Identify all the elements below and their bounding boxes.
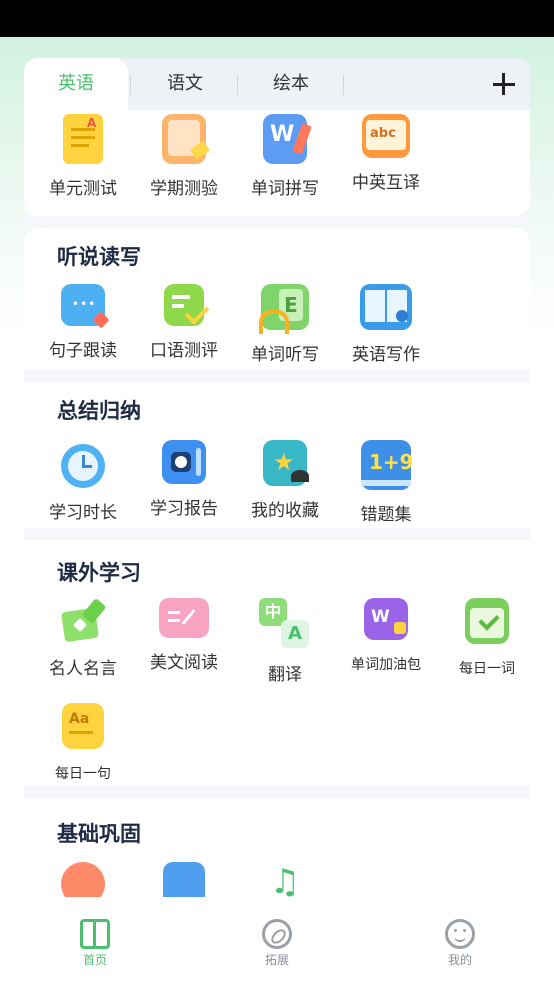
section-title: 听说读写 bbox=[57, 245, 141, 269]
favorites-label: 我的收藏 bbox=[251, 501, 319, 521]
foundation-icon-2 bbox=[163, 862, 205, 897]
translation-icon: 中 A bbox=[259, 598, 311, 650]
tab-divider bbox=[343, 75, 344, 95]
main-scroll[interactable]: 英语 语文 绘本 A 单元测试 学期测验 W 单词拼写 abc 中英互译 听说读… bbox=[0, 37, 554, 897]
mistakes-label: 错题集 bbox=[360, 505, 412, 525]
reading-label: 美文阅读 bbox=[150, 653, 218, 673]
nav-explore-label: 拓展 bbox=[264, 953, 289, 967]
study-time-label: 学习时长 bbox=[49, 503, 117, 523]
daily-sentence-icon: Aa bbox=[62, 703, 104, 749]
unit-test-label: 单元测试 bbox=[49, 179, 117, 199]
speaking-eval-button[interactable]: 口语测评 bbox=[134, 284, 234, 361]
word-spelling-label: 单词拼写 bbox=[251, 179, 319, 199]
nav-home[interactable]: 首页 bbox=[55, 919, 135, 968]
term-quiz-icon bbox=[162, 114, 210, 164]
plus-icon[interactable] bbox=[490, 70, 518, 98]
tab-english[interactable]: 英语 bbox=[24, 58, 128, 110]
alarm-clock-icon bbox=[59, 440, 107, 488]
status-bar bbox=[0, 0, 554, 37]
sentence-read-icon: ••• bbox=[61, 284, 110, 329]
daily-word-icon bbox=[465, 598, 509, 644]
section-divider bbox=[24, 528, 530, 540]
daily-sentence-button[interactable]: Aa 每日一句 bbox=[33, 703, 133, 783]
extracurricular-section: 课外学习 名人名言 美文阅读 中 A 翻译 W 单词加油包 每日一词 Aa 每日… bbox=[24, 540, 530, 786]
study-report-label: 学习报告 bbox=[150, 499, 218, 519]
section-title: 总结归纳 bbox=[57, 399, 141, 423]
book-icon bbox=[80, 919, 110, 949]
favorites-icon: ★ bbox=[263, 440, 309, 486]
nav-home-label: 首页 bbox=[82, 953, 107, 967]
favorites-button[interactable]: ★ 我的收藏 bbox=[235, 440, 335, 521]
english-writing-icon bbox=[360, 284, 412, 330]
foundation-button-1[interactable] bbox=[33, 862, 133, 897]
study-report-button[interactable]: 学习报告 bbox=[134, 440, 234, 519]
foundation-button-2[interactable] bbox=[134, 862, 234, 897]
word-spelling-icon: W bbox=[263, 114, 312, 164]
word-dictation-label: 单词听写 bbox=[251, 345, 319, 365]
subject-card: 英语 语文 绘本 A 单元测试 学期测验 W 单词拼写 abc 中英互译 bbox=[24, 58, 530, 216]
translate-button[interactable]: abc 中英互译 bbox=[336, 114, 436, 193]
subject-tabs: 英语 语文 绘本 bbox=[24, 58, 530, 110]
report-icon bbox=[162, 440, 206, 484]
section-divider bbox=[24, 370, 530, 382]
speaking-eval-label: 口语测评 bbox=[150, 341, 218, 361]
word-dictation-button[interactable]: E 单词听写 bbox=[235, 284, 335, 365]
section-title: 基础巩固 bbox=[57, 822, 141, 846]
compass-icon bbox=[262, 919, 292, 949]
smiley-icon bbox=[445, 919, 475, 949]
word-pack-label: 单词加油包 bbox=[351, 657, 421, 673]
mistakes-book-icon: 1+9 bbox=[361, 440, 414, 490]
section-title: 课外学习 bbox=[57, 561, 141, 585]
translation-label: 翻译 bbox=[268, 665, 302, 685]
unit-test-button[interactable]: A 单元测试 bbox=[33, 114, 133, 199]
word-spelling-button[interactable]: W 单词拼写 bbox=[235, 114, 335, 199]
reading-button[interactable]: 美文阅读 bbox=[134, 598, 234, 673]
translate-label: 中英互译 bbox=[352, 173, 420, 193]
section-divider bbox=[24, 786, 530, 798]
tab-divider bbox=[130, 75, 131, 95]
nav-explore[interactable]: 拓展 bbox=[237, 919, 317, 968]
quotes-label: 名人名言 bbox=[49, 659, 117, 679]
listen-speak-section: 听说读写 ••• 句子跟读 口语测评 E 单词听写 英语写作 bbox=[24, 228, 530, 370]
study-time-button[interactable]: 学习时长 bbox=[33, 440, 133, 523]
speaking-eval-icon bbox=[164, 284, 210, 326]
tab-chinese[interactable]: 语文 bbox=[132, 58, 238, 110]
sentence-read-button[interactable]: ••• 句子跟读 bbox=[33, 284, 133, 361]
word-pack-button[interactable]: W 单词加油包 bbox=[336, 598, 436, 674]
section-divider bbox=[24, 216, 530, 228]
mistakes-button[interactable]: 1+9 错题集 bbox=[336, 440, 436, 525]
translation-button[interactable]: 中 A 翻译 bbox=[235, 598, 335, 685]
foundation-button-3[interactable]: ♫ bbox=[235, 862, 335, 897]
daily-word-label: 每日一词 bbox=[459, 661, 515, 677]
daily-sentence-label: 每日一句 bbox=[55, 766, 111, 782]
word-pack-icon: W bbox=[364, 598, 408, 640]
quotes-button[interactable]: 名人名言 bbox=[33, 598, 133, 679]
summary-section: 总结归纳 学习时长 学习报告 ★ 我的收藏 1+9 错题集 bbox=[24, 382, 530, 528]
translate-abc-icon: abc bbox=[362, 114, 410, 158]
quotes-icon bbox=[59, 598, 107, 644]
bottom-nav: 首页 拓展 我的 bbox=[0, 897, 554, 984]
term-quiz-label: 学期测验 bbox=[150, 179, 218, 199]
music-note-icon: ♫ bbox=[269, 862, 301, 897]
tab-picture-book[interactable]: 绘本 bbox=[238, 58, 344, 110]
unit-test-icon: A bbox=[63, 114, 103, 164]
word-dictation-icon: E bbox=[259, 284, 309, 334]
term-quiz-button[interactable]: 学期测验 bbox=[134, 114, 234, 199]
nav-profile-label: 我的 bbox=[447, 953, 472, 967]
reading-icon bbox=[159, 598, 209, 638]
daily-word-button[interactable]: 每日一词 bbox=[437, 598, 537, 678]
english-writing-label: 英语写作 bbox=[352, 345, 420, 365]
foundation-section: 基础巩固 ♫ bbox=[24, 798, 530, 897]
nav-profile[interactable]: 我的 bbox=[420, 919, 500, 968]
english-writing-button[interactable]: 英语写作 bbox=[336, 284, 436, 365]
foundation-icon-1 bbox=[61, 862, 105, 897]
sentence-read-label: 句子跟读 bbox=[49, 341, 117, 361]
